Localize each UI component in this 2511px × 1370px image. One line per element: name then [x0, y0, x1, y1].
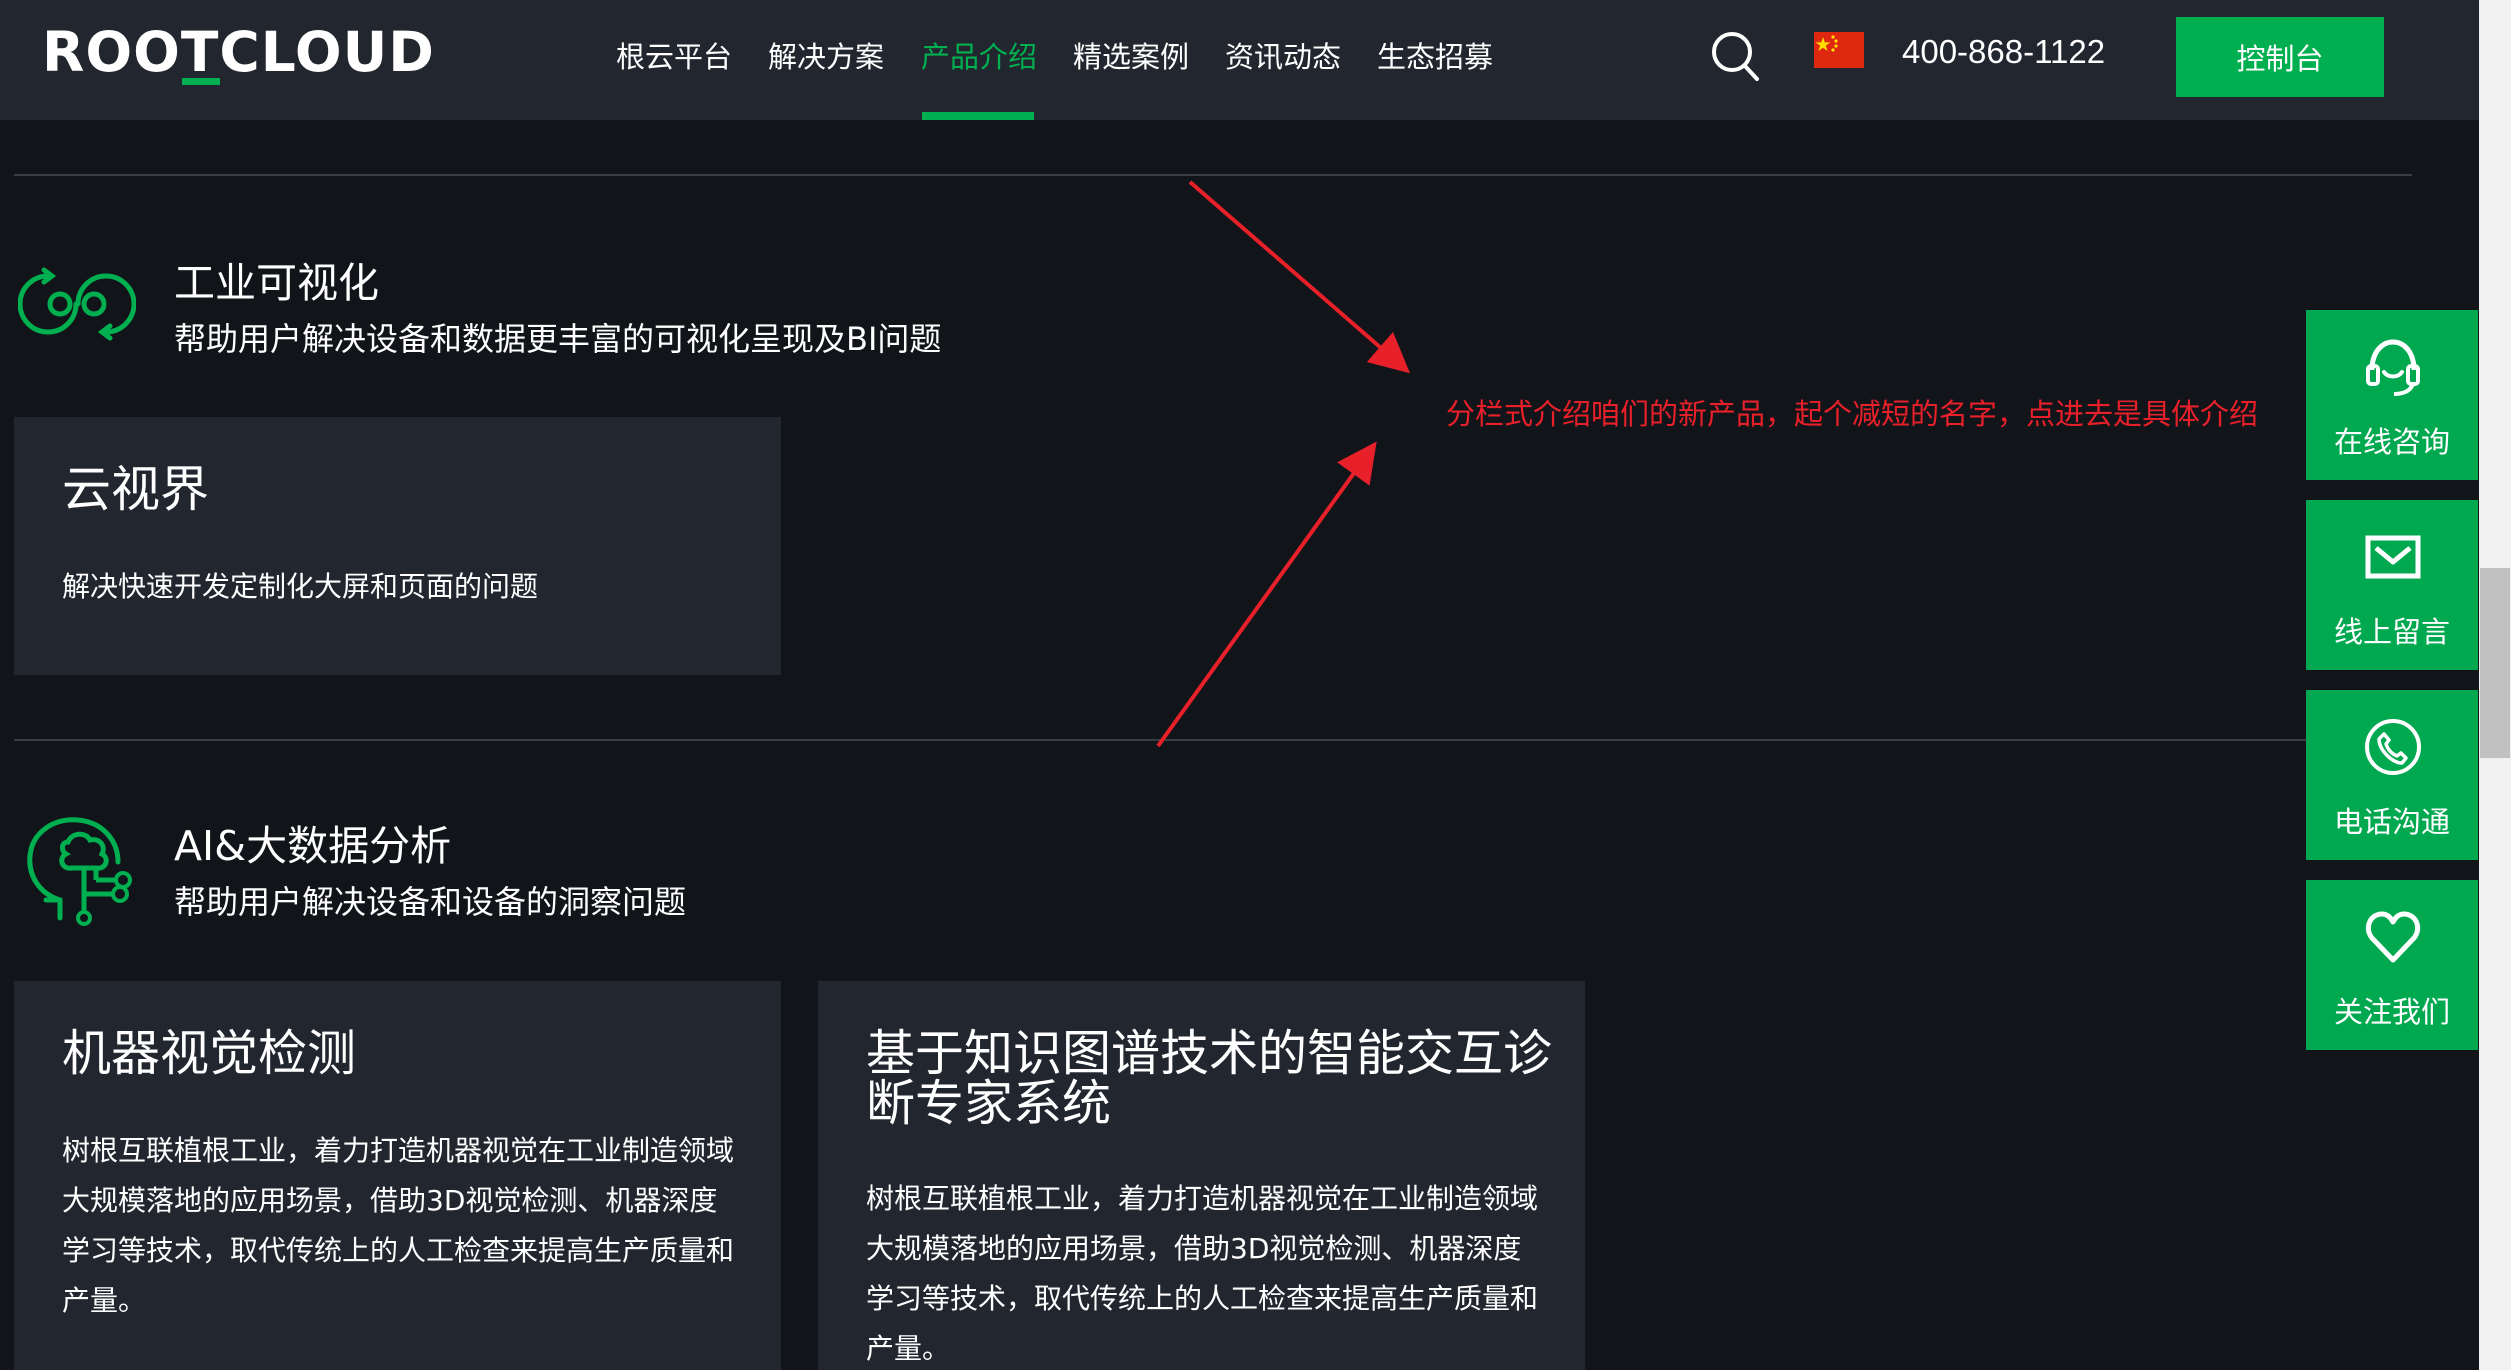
phone-contact-button[interactable]: 电话沟通: [2306, 690, 2478, 860]
section-divider: [14, 739, 2412, 741]
section-desc-visualization: 帮助用户解决设备和数据更丰富的可视化呈现及BI问题: [174, 320, 942, 358]
card-description-line: 树根互联植根工业，着力打造机器视觉在工业制造领域: [62, 1134, 735, 1167]
annotation-note: 分栏式介绍咱们的新产品，起个减短的名字，点进去是具体介绍: [1446, 397, 2259, 431]
card-description-line: 大规模落地的应用场景，借助3D视觉检测、机器深度: [62, 1184, 718, 1217]
nav-active-indicator: [922, 112, 1034, 120]
card-title-line: 断专家系统: [866, 1075, 1112, 1132]
card-description-line: 学习等技术，取代传统上的人工检查来提高生产质量和: [866, 1282, 1539, 1315]
section-divider: [14, 174, 2412, 176]
heart-icon: [2365, 911, 2421, 963]
card-description-line: 产量。: [62, 1284, 147, 1317]
card-description-line: 树根互联植根工业，着力打造机器视觉在工业制造领域: [866, 1182, 1539, 1215]
china-flag-icon[interactable]: [1814, 32, 1864, 68]
rootcloud-logo[interactable]: ROOTCLOUD: [42, 22, 435, 82]
card-title-line: 基于知识图谱技术的智能交互诊: [866, 1025, 1553, 1082]
product-card-cloud-vision[interactable]: 云视界 解决快速开发定制化大屏和页面的问题: [14, 417, 781, 675]
annotation-arrow-down: [1188, 180, 1411, 374]
product-card-machine-vision[interactable]: 机器视觉检测 树根互联植根工业，着力打造机器视觉在工业制造领域 大规模落地的应用…: [14, 981, 781, 1370]
card-title: 云视界: [62, 461, 210, 518]
infinity-link-icon: [18, 267, 136, 341]
phone-icon: [2365, 719, 2421, 775]
ai-head-circuit-icon: [27, 817, 132, 926]
card-description: 解决快速开发定制化大屏和页面的问题: [62, 570, 539, 603]
nav-item-products[interactable]: 产品介绍: [921, 37, 1037, 77]
leave-message-button[interactable]: 线上留言: [2306, 500, 2478, 670]
online-consult-button[interactable]: 在线咨询: [2306, 310, 2478, 480]
section-desc-ai-bigdata: 帮助用户解决设备和设备的洞察问题: [174, 883, 687, 921]
nav-item-cases[interactable]: 精选案例: [1073, 37, 1189, 77]
card-description-line: 产量。: [866, 1332, 951, 1365]
search-icon[interactable]: [1710, 30, 1760, 82]
card-title: 机器视觉检测: [62, 1025, 357, 1082]
nav-item-ecosystem[interactable]: 生态招募: [1377, 37, 1493, 77]
side-button-label: 关注我们: [2333, 995, 2450, 1029]
card-description-line: 学习等技术，取代传统上的人工检查来提高生产质量和: [62, 1234, 735, 1267]
side-button-label: 电话沟通: [2333, 805, 2450, 839]
headset-icon: [2366, 339, 2420, 396]
logo-accent-bar: [182, 78, 220, 85]
console-button[interactable]: 控制台: [2176, 17, 2384, 97]
product-card-knowledge-graph[interactable]: 基于知识图谱技术的智能交互诊 断专家系统 树根互联植根工业，着力打造机器视觉在工…: [818, 981, 1585, 1370]
nav-item-news[interactable]: 资讯动态: [1225, 37, 1341, 77]
mail-icon: [2365, 535, 2421, 579]
page-scrollbar-thumb[interactable]: [2480, 568, 2510, 758]
side-button-label: 在线咨询: [2333, 425, 2450, 459]
section-title-visualization: 工业可视化: [174, 259, 379, 307]
top-header: ROOTCLOUD 根云平台 解决方案 产品介绍 精选案例 资讯动态 生态招募 …: [0, 0, 2479, 120]
section-title-ai-bigdata: AI&大数据分析: [174, 822, 452, 870]
side-button-label: 线上留言: [2333, 615, 2450, 649]
nav-item-solutions[interactable]: 解决方案: [768, 37, 884, 77]
annotation-arrow-up: [1156, 441, 1377, 748]
hotline-number: 400-868-1122: [1902, 33, 2106, 70]
card-description-line: 大规模落地的应用场景，借助3D视觉检测、机器深度: [866, 1232, 1522, 1265]
nav-item-rootcloud-platform[interactable]: 根云平台: [616, 37, 732, 77]
follow-us-button[interactable]: 关注我们: [2306, 880, 2478, 1050]
